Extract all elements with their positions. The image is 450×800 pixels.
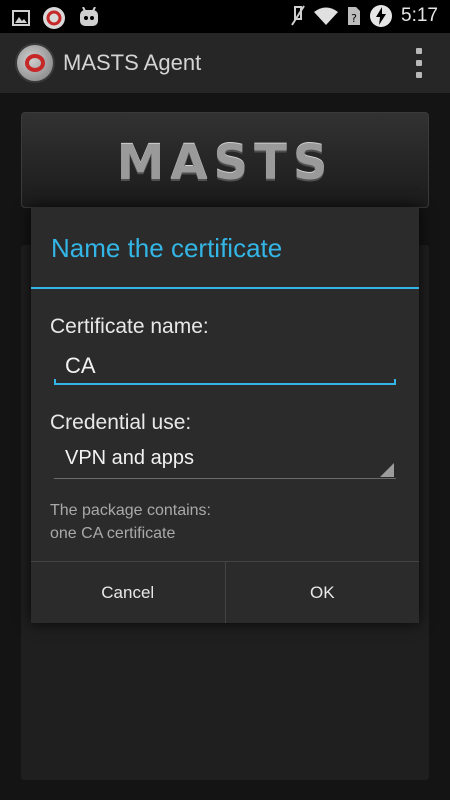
status-bar: ? 5:17 [0, 0, 450, 33]
name-certificate-dialog: Name the certificate Certificate name: C… [31, 207, 419, 623]
masts-banner: MASTS [21, 112, 429, 208]
app-bar: MASTS Agent [0, 33, 450, 93]
no-sim-icon: ? [348, 7, 361, 25]
credential-use-label: Credential use: [50, 411, 192, 434]
banner-logo-text: MASTS [116, 135, 334, 191]
certificate-name-label: Certificate name: [50, 315, 209, 338]
cancel-button[interactable]: Cancel [31, 562, 225, 623]
dropdown-underline [54, 478, 396, 479]
app-logo-icon[interactable] [15, 43, 55, 83]
notification-icons [12, 6, 100, 30]
dropdown-arrow-icon[interactable] [380, 463, 394, 477]
ok-button[interactable]: OK [224, 562, 420, 623]
mute-icon [291, 5, 305, 26]
system-icons: ? 5:17 [291, 4, 438, 28]
package-info-line-2: one CA certificate [50, 525, 176, 542]
package-info-line-1: The package contains: [50, 502, 211, 519]
package-info: The package contains: one CA certificate [50, 499, 211, 545]
battery-charging-icon [370, 5, 393, 27]
certificate-name-value[interactable]: CA [65, 353, 96, 379]
more-vert-icon[interactable] [416, 48, 424, 78]
dialog-title-divider [31, 287, 419, 289]
clock: 5:17 [401, 5, 438, 26]
wifi-icon [314, 7, 339, 25]
credential-use-value[interactable]: VPN and apps [65, 447, 194, 470]
credential-use-dropdown[interactable]: VPN and apps [54, 443, 396, 479]
svg-text:?: ? [351, 12, 357, 25]
app-notification-icon [43, 7, 65, 29]
android-icon [80, 7, 98, 26]
input-underline [54, 379, 396, 385]
certificate-name-input[interactable]: CA [54, 349, 396, 385]
dialog-button-bar: Cancel OK [31, 561, 419, 623]
image-icon [12, 10, 30, 26]
app-title: MASTS Agent [63, 50, 202, 75]
dialog-title: Name the certificate [51, 233, 283, 263]
